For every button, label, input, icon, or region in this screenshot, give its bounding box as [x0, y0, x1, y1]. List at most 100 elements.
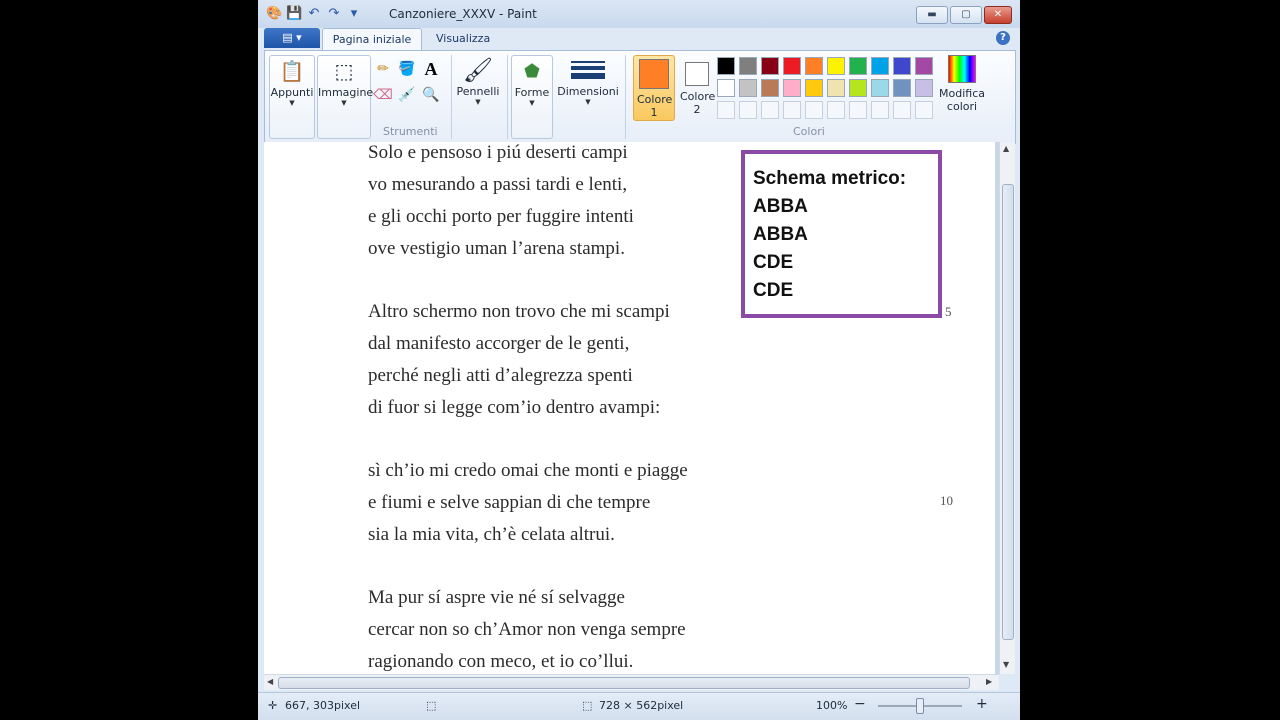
poem-line: e gli occhi porto per fuggire intenti — [368, 206, 634, 227]
color-swatch[interactable] — [893, 79, 911, 97]
custom-color-slot[interactable] — [893, 101, 911, 119]
color-swatch[interactable] — [915, 57, 933, 75]
color-swatch[interactable] — [783, 57, 801, 75]
cursor-position-icon: ✛ — [268, 699, 278, 712]
schema-line: CDE — [753, 252, 794, 273]
color-swatch[interactable] — [805, 57, 823, 75]
zoom-in-button[interactable]: + — [976, 696, 988, 712]
primary-color-swatch — [639, 59, 669, 89]
save-icon[interactable]: 💾 — [286, 6, 302, 22]
immagine-button[interactable]: ⬚ Immagine ▼ — [317, 55, 373, 139]
select-icon: ⬚ — [334, 59, 354, 83]
custom-color-slot[interactable] — [739, 101, 757, 119]
poem-line: perché negli atti d’alegrezza spenti — [368, 365, 633, 386]
custom-color-slot[interactable] — [717, 101, 735, 119]
line-width-icon — [570, 55, 606, 85]
help-icon[interactable]: ? — [996, 31, 1010, 45]
text-icon[interactable]: A — [421, 59, 441, 79]
drawing-canvas[interactable]: Solo e pensoso i piú deserti campi vo mes… — [264, 142, 995, 674]
horizontal-scrollbar[interactable]: ◀ ▶ — [264, 674, 999, 690]
color-swatch[interactable] — [871, 57, 889, 75]
vertical-scroll-thumb[interactable] — [1002, 184, 1014, 640]
custom-color-slot[interactable] — [871, 101, 889, 119]
scroll-left-icon[interactable]: ◀ — [267, 677, 273, 686]
colore2-button[interactable]: Colore 2 — [677, 55, 717, 119]
color-swatch[interactable] — [849, 79, 867, 97]
schema-line: ABBA — [753, 196, 808, 217]
color-picker-icon[interactable]: 💉 — [397, 85, 417, 105]
group-separator — [507, 55, 508, 139]
chevron-down-icon: ▼ — [585, 98, 591, 106]
strumenti-group-label: Strumenti — [383, 125, 438, 138]
customize-toolbar-icon[interactable]: ▾ — [346, 6, 362, 22]
shapes-icon: ⬟ — [524, 60, 540, 82]
color-swatch[interactable] — [783, 79, 801, 97]
horizontal-scroll-thumb[interactable] — [278, 677, 970, 689]
color-swatch[interactable] — [761, 79, 779, 97]
colore2-label: Colore 2 — [680, 90, 716, 116]
undo-icon[interactable]: ↶ — [306, 6, 322, 22]
pennelli-label: Pennelli — [456, 85, 500, 98]
colore1-button[interactable]: Colore 1 — [633, 55, 675, 121]
color-swatch[interactable] — [915, 79, 933, 97]
tab-pagina-iniziale[interactable]: Pagina iniziale — [322, 28, 422, 51]
ribbon-tab-row: ▤ ▾ Pagina iniziale Visualizza ? — [258, 28, 1020, 51]
poem-line: dal manifesto accorger de le genti, — [368, 333, 630, 354]
chevron-down-icon: ▼ — [475, 98, 481, 106]
color-swatch[interactable] — [717, 79, 735, 97]
tab-visualizza[interactable]: Visualizza — [436, 28, 490, 50]
poem-line: e fiumi e selve sappian di che tempre — [368, 492, 651, 513]
poem-line: sì ch’io mi credo omai che monti e piagg… — [368, 460, 688, 481]
line-number-5: 5 — [945, 304, 952, 319]
canvas-size-icon: ⬚ — [582, 699, 593, 712]
maximize-button[interactable]: ▢ — [950, 6, 982, 24]
appunti-button[interactable]: 📋 Appunti ▼ — [269, 55, 315, 139]
poem-line: vo mesurando a passi tardi e lenti, — [368, 174, 628, 195]
color-swatch[interactable] — [849, 57, 867, 75]
colori-group-label: Colori — [793, 125, 825, 138]
modifica-colori-button[interactable]: Modifica colori — [935, 55, 989, 137]
color-swatch[interactable] — [805, 79, 823, 97]
poem-line: sia la mia vita, ch’è celata altrui. — [368, 524, 615, 545]
vertical-scrollbar[interactable]: ▲ ▼ — [999, 142, 1015, 674]
dimensioni-button[interactable]: Dimensioni ▼ — [557, 55, 619, 137]
color-swatch[interactable] — [827, 79, 845, 97]
scroll-right-icon[interactable]: ▶ — [986, 677, 992, 686]
file-menu-button[interactable]: ▤ ▾ — [264, 28, 320, 48]
eraser-icon[interactable]: ⌫ — [373, 85, 393, 105]
minimize-button[interactable]: ▬ — [916, 6, 948, 24]
pennelli-button[interactable]: 🖌 Pennelli ▼ — [455, 55, 501, 137]
custom-color-slot[interactable] — [805, 101, 823, 119]
chevron-down-icon: ▼ — [341, 99, 347, 107]
poem-line: ove vestigio uman l’arena stampi. — [368, 238, 625, 259]
close-button[interactable]: ✕ — [984, 6, 1012, 24]
color-swatch[interactable] — [739, 79, 757, 97]
ribbon: 📋 Appunti ▼ ⬚ Immagine ▼ ✏ 🪣 A ⌫ 💉 🔍 Str… — [264, 50, 1016, 144]
zoom-out-button[interactable]: − — [854, 696, 866, 712]
color-swatch[interactable] — [761, 57, 779, 75]
custom-color-slot[interactable] — [827, 101, 845, 119]
pencil-icon[interactable]: ✏ — [373, 59, 393, 79]
custom-color-slot[interactable] — [915, 101, 933, 119]
redo-icon[interactable]: ↷ — [326, 6, 342, 22]
fill-icon[interactable]: 🪣 — [397, 59, 417, 79]
scroll-down-icon[interactable]: ▼ — [1003, 660, 1009, 669]
brush-icon: 🖌 — [462, 56, 494, 84]
color-swatch[interactable] — [871, 79, 889, 97]
title-bar: 🎨 💾 ↶ ↷ ▾ Canzoniere_XXXV - Paint ▬ ▢ ✕ — [258, 0, 1020, 28]
custom-color-slot[interactable] — [783, 101, 801, 119]
group-separator — [625, 55, 626, 139]
color-swatch[interactable] — [717, 57, 735, 75]
color-swatch[interactable] — [827, 57, 845, 75]
schema-line: ABBA — [753, 224, 808, 245]
forme-button[interactable]: ⬟ Forme ▼ — [511, 55, 553, 139]
status-bar: ✛ 667, 303pixel ⬚ ⬚ 728 × 562pixel 100% … — [258, 692, 1020, 720]
scroll-up-icon[interactable]: ▲ — [1003, 144, 1009, 153]
custom-color-slot[interactable] — [761, 101, 779, 119]
custom-color-slot[interactable] — [849, 101, 867, 119]
color-swatch[interactable] — [739, 57, 757, 75]
magnifier-icon[interactable]: 🔍 — [421, 85, 441, 105]
paint-app-icon[interactable]: 🎨 — [266, 6, 282, 22]
zoom-slider-thumb[interactable] — [916, 698, 924, 714]
color-swatch[interactable] — [893, 57, 911, 75]
